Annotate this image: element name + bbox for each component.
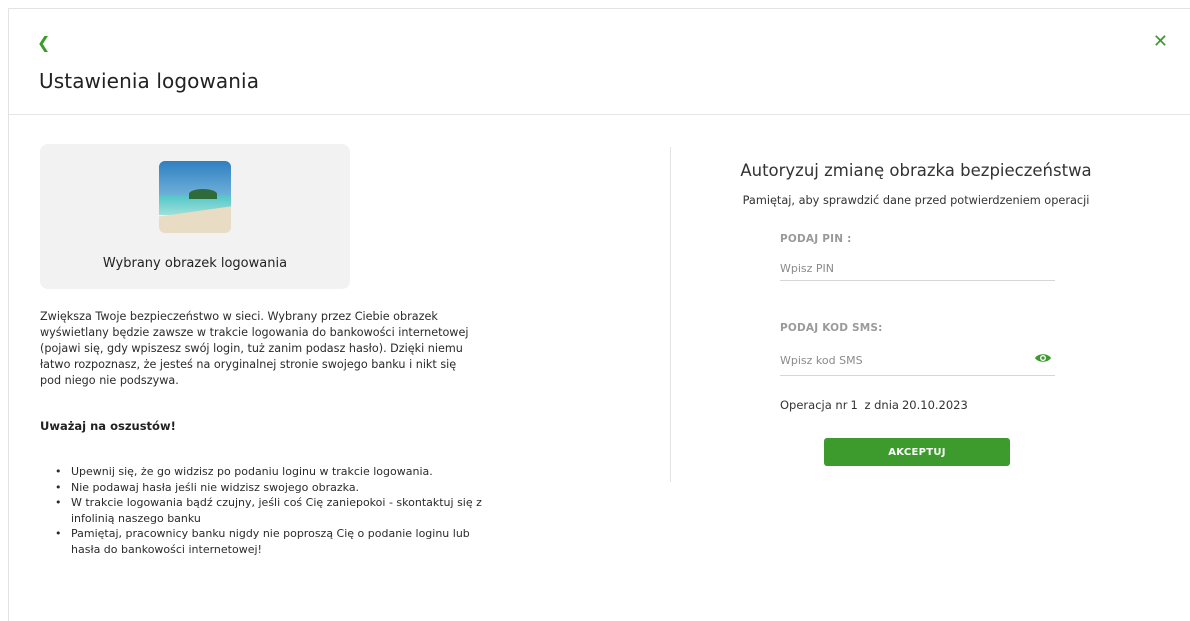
tip-item: Pamiętaj, pracownicy banku nigdy nie pop… bbox=[55, 526, 485, 557]
eye-icon[interactable] bbox=[1034, 352, 1052, 364]
operation-prefix: Operacja nr bbox=[780, 398, 848, 412]
sms-field: PODAJ KOD SMS: bbox=[780, 322, 1055, 378]
selected-image-card: Wybrany obrazek logowania bbox=[40, 144, 350, 289]
selected-image-caption: Wybrany obrazek logowania bbox=[102, 256, 288, 271]
sms-label: PODAJ KOD SMS: bbox=[780, 322, 883, 334]
tip-item: Nie podawaj hasła jeśli nie widzisz swoj… bbox=[55, 480, 485, 496]
sms-code-input[interactable] bbox=[780, 346, 1055, 376]
accept-button[interactable]: AKCEPTUJ bbox=[824, 438, 1010, 466]
auth-subtitle: Pamiętaj, aby sprawdzić dane przed potwi… bbox=[742, 194, 1090, 207]
auth-title: Autoryzuj zmianę obrazka bezpieczeństwa bbox=[740, 161, 1092, 180]
tip-item: Upewnij się, że go widzisz po podaniu lo… bbox=[55, 464, 485, 480]
page-title: Ustawienia logowania bbox=[39, 69, 260, 93]
chevron-left-icon[interactable]: ❮ bbox=[37, 35, 50, 51]
operation-number: 1 bbox=[850, 398, 858, 412]
security-description: Zwiększa Twoje bezpieczeństwo w sieci. W… bbox=[40, 310, 469, 387]
tip-item: W trakcie logowania bądź czujny, jeśli c… bbox=[55, 495, 485, 526]
close-icon[interactable]: ✕ bbox=[1153, 33, 1168, 51]
login-settings-panel: ❮ ✕ Ustawienia logowania Wybrany obrazek… bbox=[8, 8, 1190, 621]
operation-date: 20.10.2023 bbox=[901, 398, 968, 412]
pin-field: PODAJ PIN : bbox=[780, 233, 1055, 283]
operation-date-prefix: z dnia bbox=[864, 398, 899, 412]
security-image bbox=[159, 161, 231, 233]
column-divider bbox=[670, 147, 671, 482]
pin-label: PODAJ PIN : bbox=[780, 233, 852, 245]
warning-heading: Uważaj na oszustów! bbox=[40, 419, 176, 433]
pin-input[interactable] bbox=[780, 257, 1055, 281]
header-divider bbox=[9, 114, 1190, 115]
warning-tips-list: Upewnij się, że go widzisz po podaniu lo… bbox=[55, 464, 485, 557]
operation-info: Operacja nr 1 z dnia 20.10.2023 bbox=[780, 398, 971, 412]
